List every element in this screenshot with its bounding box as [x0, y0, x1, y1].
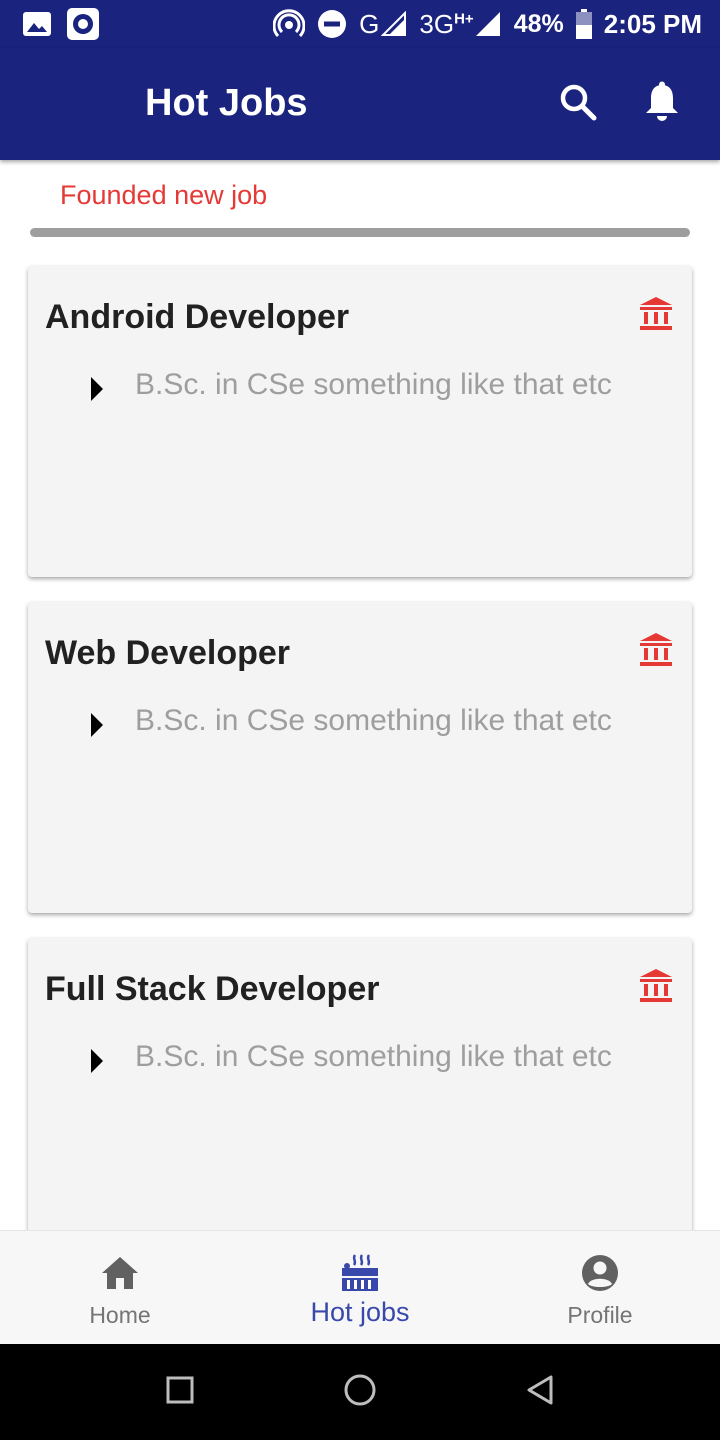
hot-jobs-icon: [338, 1251, 382, 1295]
new-job-notice: Founded new job: [60, 180, 268, 210]
battery-icon: [575, 9, 592, 39]
battery-percent: 48%: [513, 9, 564, 38]
job-requirement: B.Sc. in CSe something like that etc: [135, 1040, 612, 1073]
image-icon: [22, 11, 52, 37]
circle-icon: [343, 1373, 377, 1412]
page-title: Hot Jobs: [145, 82, 308, 124]
nav-item-home[interactable]: Home: [0, 1231, 240, 1344]
dnd-icon: [317, 9, 347, 39]
job-card[interactable]: Android Developer B.Sc. in CSe something…: [28, 266, 692, 577]
system-navigation-bar: [0, 1344, 720, 1440]
clock: 2:05 PM: [603, 8, 702, 39]
nav-label-home: Home: [89, 1302, 151, 1328]
job-requirement: B.Sc. in CSe something like that etc: [135, 704, 612, 737]
job-card[interactable]: Full Stack Developer B.Sc. in CSe someth…: [28, 938, 692, 1249]
signal-strength-icon: [474, 10, 502, 38]
job-requirement: B.Sc. in CSe something like that etc: [135, 368, 612, 401]
bullet-arrow-icon: [90, 712, 104, 738]
hotspot-icon: [273, 8, 306, 40]
signal-icon: [381, 11, 407, 37]
bank-icon: [638, 632, 674, 670]
back-triangle-icon: [525, 1374, 555, 1411]
progress-divider: [30, 228, 690, 237]
app-bar: Hot Jobs: [0, 48, 720, 160]
screen: G 3GH+ 48% 2:05 PM Hot Jobs Founded new …: [0, 0, 720, 1440]
square-icon: [166, 1376, 194, 1409]
job-title: Full Stack Developer: [45, 970, 380, 1008]
job-title: Android Developer: [45, 298, 350, 336]
bank-icon: [638, 296, 674, 334]
home-system-button[interactable]: [340, 1372, 380, 1412]
notifications-button[interactable]: [640, 81, 684, 128]
home-icon: [98, 1251, 142, 1295]
network-type: 3G: [419, 8, 455, 39]
record-icon: [66, 7, 100, 41]
bank-icon: [638, 968, 674, 1006]
job-title: Web Developer: [45, 634, 291, 672]
back-button[interactable]: [520, 1372, 560, 1412]
nav-item-hot-jobs[interactable]: Hot jobs: [240, 1231, 480, 1344]
job-card[interactable]: Web Developer B.Sc. in CSe something lik…: [28, 602, 692, 913]
bullet-arrow-icon: [90, 1048, 104, 1074]
bullet-arrow-icon: [90, 376, 104, 402]
search-button[interactable]: [556, 82, 600, 126]
network-type-label: 3GH+: [419, 9, 473, 40]
profile-icon: [578, 1251, 622, 1295]
recents-button[interactable]: [160, 1372, 200, 1412]
nav-label-profile: Profile: [567, 1302, 633, 1328]
search-icon: [558, 82, 598, 127]
status-bar: G 3GH+ 48% 2:05 PM: [0, 0, 720, 48]
network-g-label: G: [359, 8, 380, 39]
nav-label-hot-jobs: Hot jobs: [310, 1297, 410, 1327]
bottom-navigation: Home Hot jobs Profile: [0, 1230, 720, 1344]
nav-item-profile[interactable]: Profile: [480, 1231, 720, 1344]
network-sup: H+: [454, 9, 474, 27]
bell-icon: [643, 81, 681, 128]
